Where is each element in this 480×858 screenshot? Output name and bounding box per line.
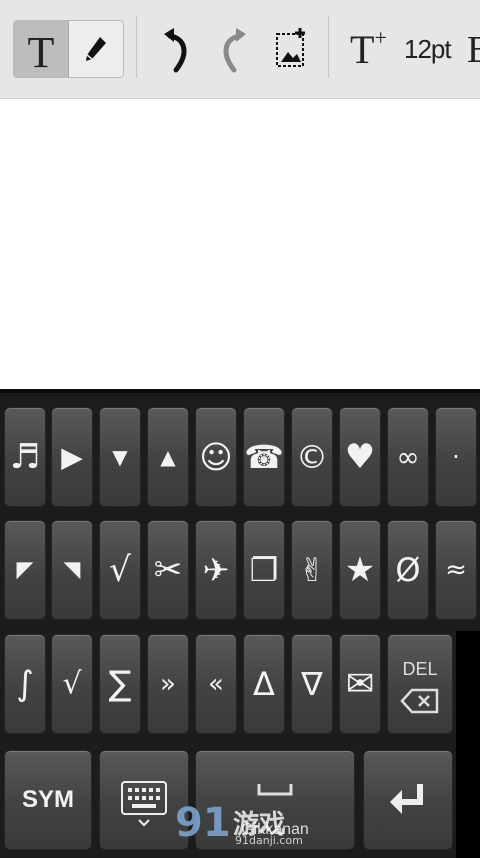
undo-icon	[164, 28, 187, 73]
key-left-guillemet[interactable]: «	[195, 634, 237, 734]
tool-mode-toggle: T	[13, 20, 124, 78]
delete-key[interactable]: DEL	[387, 634, 453, 734]
watermark-number: 91	[175, 800, 231, 846]
key-label: √	[62, 666, 82, 702]
key-label: Ø	[395, 551, 421, 589]
key-summation[interactable]: ∑	[99, 634, 141, 734]
key-triangle-down[interactable]: ▼	[99, 407, 141, 507]
key-label: ∑	[108, 664, 132, 704]
key-telephone[interactable]: ☎	[243, 407, 285, 507]
key-label: ▶	[61, 440, 83, 474]
key-square-root-2[interactable]: √	[51, 634, 93, 734]
editor-toolbar: T T+ 12pt B	[0, 0, 480, 99]
key-corner-upper-right[interactable]: ◥	[51, 520, 93, 620]
pen-icon	[86, 37, 106, 61]
redo-button[interactable]	[216, 22, 250, 78]
sym-key[interactable]: SYM	[4, 750, 92, 850]
key-heart[interactable]: ♥	[339, 407, 381, 507]
space-icon	[257, 784, 293, 796]
enter-key[interactable]	[363, 750, 453, 850]
key-label: «	[208, 669, 224, 699]
key-label: ·	[452, 443, 460, 471]
key-label: ❐	[249, 551, 279, 589]
text-tool-label: T	[27, 28, 55, 77]
backspace-icon	[400, 688, 439, 714]
key-label: ∞	[396, 440, 420, 474]
key-label: ◤	[16, 557, 34, 583]
watermark-logo: 91 游戏 91danji.com	[175, 800, 315, 850]
key-label: ∫	[16, 664, 34, 704]
pen-tool-button[interactable]	[69, 21, 123, 77]
key-label: ✈	[202, 551, 230, 589]
key-copyright[interactable]: ©	[291, 407, 333, 507]
key-victory-hand[interactable]: ✌	[291, 520, 333, 620]
key-label: ▼	[112, 445, 128, 469]
key-label: ∇	[301, 665, 323, 703]
key-music-note[interactable]: ♬	[4, 407, 46, 507]
key-approx-equal[interactable]: ≈	[435, 520, 477, 620]
key-triangle-right[interactable]: ▶	[51, 407, 93, 507]
insert-image-icon	[276, 28, 305, 67]
enter-icon	[390, 784, 423, 814]
toolbar-divider	[328, 16, 329, 78]
sym-key-label: SYM	[21, 786, 74, 813]
key-label: ✉	[345, 664, 375, 704]
bold-button[interactable]: B	[467, 28, 480, 72]
delete-key-label: DEL	[402, 659, 438, 679]
redo-icon	[223, 28, 246, 73]
keyboard-edge-fill	[456, 631, 480, 858]
toolbar-divider	[136, 16, 137, 78]
key-label: ◥	[63, 557, 81, 583]
font-size-increase-button[interactable]: T+	[350, 24, 387, 73]
key-label: ★	[344, 550, 376, 590]
key-label: ✌	[298, 551, 326, 589]
key-delta[interactable]: Δ	[243, 634, 285, 734]
key-label: ▲	[160, 445, 176, 469]
key-slashed-o[interactable]: Ø	[387, 520, 429, 620]
key-triangle-up[interactable]: ▲	[147, 407, 189, 507]
key-corner-upper-left[interactable]: ◤	[4, 520, 46, 620]
key-infinity[interactable]: ∞	[387, 407, 429, 507]
key-airplane[interactable]: ✈	[195, 520, 237, 620]
watermark-url: 91danji.com	[235, 834, 303, 847]
key-label: √	[109, 550, 131, 590]
key-star[interactable]: ★	[339, 520, 381, 620]
key-square-root[interactable]: √	[99, 520, 141, 620]
key-nabla[interactable]: ∇	[291, 634, 333, 734]
key-label: ☺	[199, 438, 233, 476]
key-scissors[interactable]: ✂	[147, 520, 189, 620]
document-canvas[interactable]	[0, 99, 480, 389]
keyboard-icon	[121, 780, 167, 827]
key-label: ≈	[445, 555, 467, 585]
key-integral[interactable]: ∫	[4, 634, 46, 734]
key-label: ©	[296, 438, 328, 476]
key-envelope[interactable]: ✉	[339, 634, 381, 734]
key-label: »	[160, 669, 176, 699]
key-middle-dot[interactable]: ·	[435, 407, 477, 507]
key-right-guillemet[interactable]: »	[147, 634, 189, 734]
insert-image-button[interactable]	[274, 22, 308, 78]
key-smiley[interactable]: ☺	[195, 407, 237, 507]
text-tool-button[interactable]: T	[14, 21, 69, 77]
font-size-selector[interactable]: 12pt	[404, 34, 452, 65]
key-label: ✂	[153, 550, 183, 590]
font-size-increase-sup: +	[374, 24, 387, 50]
key-label: ♬	[9, 437, 41, 477]
key-shadowed-square[interactable]: ❐	[243, 520, 285, 620]
key-label: ☎	[244, 438, 284, 476]
font-size-increase-label: T	[350, 27, 375, 72]
key-label: ♥	[344, 437, 376, 477]
key-label: Δ	[253, 665, 275, 703]
symbol-keyboard: ♬ ▶ ▼ ▲ ☺ ☎ © ♥ ∞ · ◤ ◥ √ ✂ ✈ ❐ ✌ ★ Ø ≈ …	[0, 389, 480, 858]
undo-button[interactable]	[160, 22, 194, 78]
